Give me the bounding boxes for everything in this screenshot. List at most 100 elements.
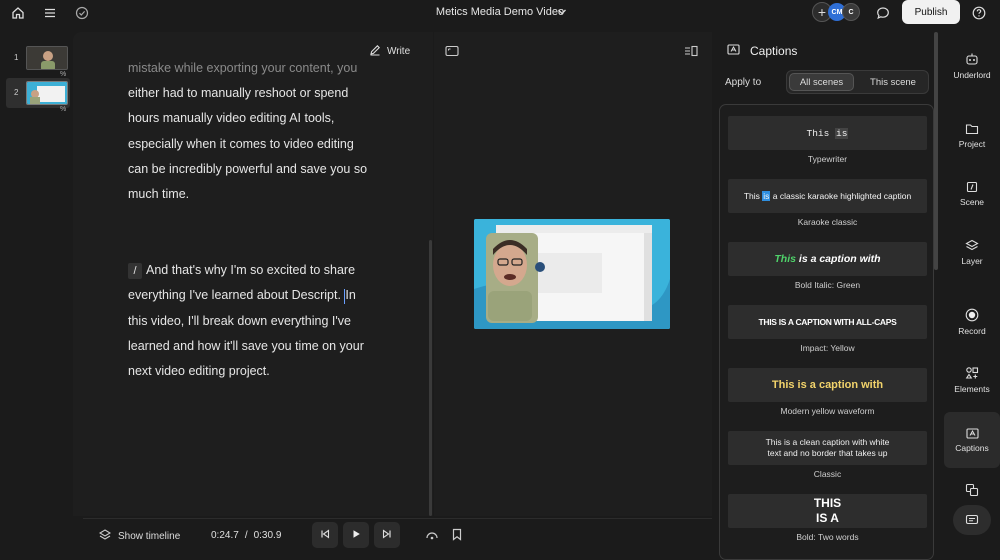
show-timeline-button[interactable]: Show timeline (98, 529, 181, 543)
scene-break-marker[interactable]: / (128, 262, 142, 279)
rail-label: Captions (955, 442, 989, 453)
all-scenes-option[interactable]: All scenes (789, 73, 854, 91)
help-icon[interactable] (971, 5, 987, 21)
caption-preview-text: This is a caption with (774, 253, 881, 265)
home-icon[interactable] (10, 5, 26, 21)
rail-label: Elements (954, 384, 990, 394)
skip-back-button[interactable] (312, 522, 338, 548)
skip-back-icon (320, 526, 330, 544)
captions-icon (965, 427, 979, 439)
rail-label: Underlord (953, 70, 991, 80)
editor-scrollbar[interactable] (429, 240, 432, 516)
transcript-line: everything I've learned about Descript. (128, 288, 341, 303)
total-time: 0:30.9 (253, 530, 282, 541)
chat-button[interactable] (953, 505, 991, 535)
menu-icon[interactable] (42, 5, 58, 21)
play-icon (351, 526, 361, 544)
caption-style-list[interactable]: This is Typewriter This is a classic kar… (719, 104, 934, 560)
caption-preview-text: This is a classic karaoke highlighted ca… (743, 191, 912, 201)
skip-forward-button[interactable] (374, 522, 400, 548)
loop-icon[interactable] (425, 529, 439, 547)
tool-rail: Underlord Project Scene Layer Record Ele… (944, 32, 1000, 560)
transcript-line: much time. (128, 187, 190, 202)
chat-icon (965, 514, 979, 525)
play-button[interactable] (343, 522, 369, 548)
caption-style-bold-two-words[interactable]: THIS IS A (728, 494, 927, 528)
avatar[interactable]: C (842, 3, 860, 21)
layout-icon[interactable] (684, 44, 698, 62)
robot-icon (966, 53, 978, 65)
transcript-word: In (345, 288, 356, 303)
write-label: Write (387, 46, 411, 57)
caption-preview-line: THIS (813, 496, 842, 510)
scene-number: 1 (14, 53, 19, 62)
rail-item-layer[interactable]: Layer (944, 224, 1000, 280)
folder-icon (965, 124, 979, 135)
show-timeline-label: Show timeline (118, 530, 181, 542)
skip-forward-icon (382, 526, 392, 544)
timeline-icon (98, 529, 112, 543)
caption-style-karaoke-classic[interactable]: This is a classic karaoke highlighted ca… (728, 179, 927, 213)
caption-preview-line: text and no border that takes up (767, 448, 888, 458)
scene-item-selected[interactable]: 2 (6, 78, 70, 108)
caption-style-name: Classic (813, 469, 842, 479)
playback-bar: Show timeline 0:24.7 / 0:30.9 (73, 518, 712, 560)
scene-list: 1 % 2 % (0, 40, 72, 560)
transcript-paragraph[interactable]: mistake while exporting your content, yo… (128, 56, 390, 207)
rail-item-record[interactable]: Record (944, 294, 1000, 350)
top-bar: Metics Media Demo Video + CM C Publish (0, 0, 1000, 26)
scene-thumbnail[interactable] (26, 81, 68, 105)
rail-item-project[interactable]: Project (944, 108, 1000, 164)
scene-item[interactable]: 1 (6, 44, 70, 74)
aspect-ratio-icon[interactable] (445, 44, 459, 62)
video-preview (434, 32, 712, 516)
link-icon: % (60, 71, 67, 78)
transcript-paragraph[interactable]: / And that's why I'm so excited to share … (128, 258, 390, 384)
video-frame[interactable] (474, 219, 670, 329)
captions-icon (727, 44, 740, 58)
apply-to-segmented-control: All scenes This scene (786, 70, 929, 94)
caption-style-name: Typewriter (807, 154, 848, 164)
transcript-line: especially when it comes to video editin… (128, 136, 354, 151)
script-editor[interactable]: Write mistake while exporting your conte… (73, 32, 433, 516)
rail-label: Record (958, 326, 986, 336)
transcript-line: either had to manually reshoot or spend (128, 86, 349, 100)
caption-style-bold-italic-green[interactable]: This is a caption with (728, 242, 927, 276)
publish-button[interactable]: Publish (902, 0, 960, 24)
bookmark-icon[interactable] (452, 528, 462, 546)
layers-icon (965, 239, 979, 250)
this-scene-option[interactable]: This scene (859, 73, 927, 91)
caption-style-name: Karaoke classic (797, 217, 858, 227)
elements-icon (965, 367, 979, 379)
scene-icon (966, 181, 978, 193)
plus-icon: + (817, 4, 827, 20)
comment-icon[interactable] (875, 5, 891, 21)
current-time: 0:24.7 (211, 530, 239, 541)
caption-style-name: Modern yellow waveform (780, 406, 875, 416)
panel-scrollbar[interactable] (934, 32, 938, 270)
rail-item-elements[interactable]: Elements (944, 352, 1000, 408)
caption-preview-text: THIS IS A CAPTION WITH ALL-CAPS (758, 317, 897, 327)
rail-label: Layer (961, 255, 983, 266)
rail-item-underlord[interactable]: Underlord (944, 38, 1000, 94)
caption-style-classic[interactable]: This is a clean caption with white text … (728, 431, 927, 465)
transcript-line: hours manually video editing AI tools, (128, 111, 335, 126)
rail-label: Scene (959, 197, 985, 207)
caption-style-typewriter[interactable]: This is (728, 116, 927, 150)
translate-icon[interactable] (965, 483, 979, 502)
link-icon: % (60, 106, 67, 113)
caption-style-impact-yellow[interactable]: THIS IS A CAPTION WITH ALL-CAPS (728, 305, 927, 339)
rail-item-captions[interactable]: Captions (944, 412, 1000, 468)
transcript-line: next video editing project. (128, 364, 270, 379)
time-display: 0:24.7 / 0:30.9 (211, 530, 281, 541)
captions-title: Captions (750, 44, 798, 58)
scene-thumbnail[interactable] (26, 46, 68, 70)
caption-preview-line: This is a clean caption with white (765, 437, 890, 447)
check-circle-icon[interactable] (74, 5, 90, 21)
transcript-line: this video, I'll break down everything I… (128, 313, 351, 328)
time-divider: / (244, 530, 248, 541)
caption-preview-line: IS A (816, 511, 839, 525)
rail-item-scene[interactable]: Scene (944, 166, 1000, 222)
chevron-down-icon[interactable] (556, 5, 568, 19)
caption-style-modern-yellow-waveform[interactable]: This is a caption with (728, 368, 927, 402)
